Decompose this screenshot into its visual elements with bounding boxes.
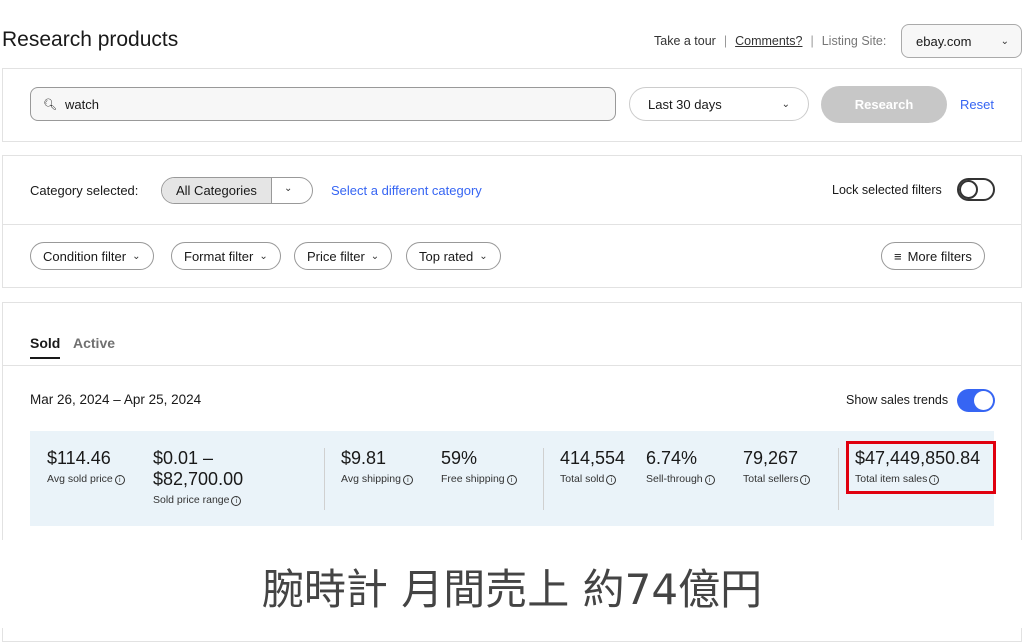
search-input[interactable]: 🔍︎ watch [30,87,616,121]
info-icon[interactable]: i [506,475,517,485]
stat-total-sold: 414,554 Total sold i [560,448,626,485]
filter-label: Format filter [184,248,254,264]
caption-text: 腕時計 月間売上 約74億円 [261,565,763,614]
chevron-down-icon: ⌄ [259,250,268,262]
chevron-down-icon: ⌄ [1000,35,1009,47]
more-filters-button[interactable]: ≡ More filters [881,242,985,270]
chevron-down-icon: ⌄ [283,183,293,194]
lock-filters-label: Lock selected filters [832,183,942,197]
chevron-down-icon: ⌄ [370,250,380,262]
info-icon[interactable]: i [402,475,413,485]
change-category-link[interactable]: Select a different category [331,183,482,198]
format-filter[interactable]: Format filter ⌄ [171,242,281,270]
chevron-down-icon: ⌄ [781,98,790,110]
listing-site-label: Listing Site: [821,34,887,48]
category-label: Category selected: [30,183,139,198]
info-icon[interactable]: i [231,496,242,506]
research-button[interactable]: Research [821,86,947,123]
filter-panel [2,155,1022,288]
stat-sell-through: 6.74% Sell-through i [646,448,715,485]
sales-trends-toggle[interactable] [957,389,995,412]
filter-label: Price filter [307,248,365,264]
more-filters-label: More filters [907,248,972,264]
menu-icon: ≡ [894,248,902,264]
condition-filter[interactable]: Condition filter ⌄ [30,242,154,270]
take-tour-link[interactable]: Take a tour [654,34,716,48]
stat-free-shipping: 59% Free shipping i [441,448,517,485]
listing-site-value: ebay.com [916,33,972,49]
stat-avg-sold-price: $114.46 Avg sold price i [47,448,125,485]
price-filter[interactable]: Price filter ⌄ [294,242,393,270]
lock-filters-toggle[interactable] [957,178,995,201]
chevron-down-icon: ⌄ [132,250,141,262]
category-select[interactable]: All Categories ⌄ [161,177,313,204]
stat-avg-shipping: $9.81 Avg shipping i [341,448,413,485]
search-icon: 🔍︎ [43,98,57,111]
info-icon[interactable]: i [800,475,811,485]
filter-label: Condition filter [43,248,127,264]
results-date-range: Mar 26, 2024 – Apr 25, 2024 [30,392,202,407]
sales-trends-label: Show sales trends [846,393,949,407]
chevron-down-icon: ⌄ [479,250,488,262]
tab-sold[interactable]: Sold [30,335,60,351]
tab-active[interactable]: Active [73,335,115,351]
stat-sold-price-range: $0.01 – $82,700.00 Sold price range i [153,448,244,506]
top-rated-filter[interactable]: Top rated ⌄ [406,242,501,270]
date-range-select[interactable]: Last 30 days ⌄ [629,87,809,121]
search-value: watch [64,96,99,112]
highlight-box [846,441,996,494]
info-icon[interactable]: i [704,475,715,485]
filter-label: Top rated [419,248,474,264]
reset-link[interactable]: Reset [960,97,994,112]
listing-site-select[interactable]: ebay.com ⌄ [901,24,1022,58]
category-value: All Categories [162,178,272,203]
info-icon[interactable]: i [114,475,125,485]
comments-link[interactable]: Comments? [735,34,802,48]
date-range-value: Last 30 days [648,96,722,112]
page-title: Research products [2,28,179,51]
stat-total-sellers: 79,267 Total sellers i [743,448,811,485]
info-icon[interactable]: i [606,475,617,485]
